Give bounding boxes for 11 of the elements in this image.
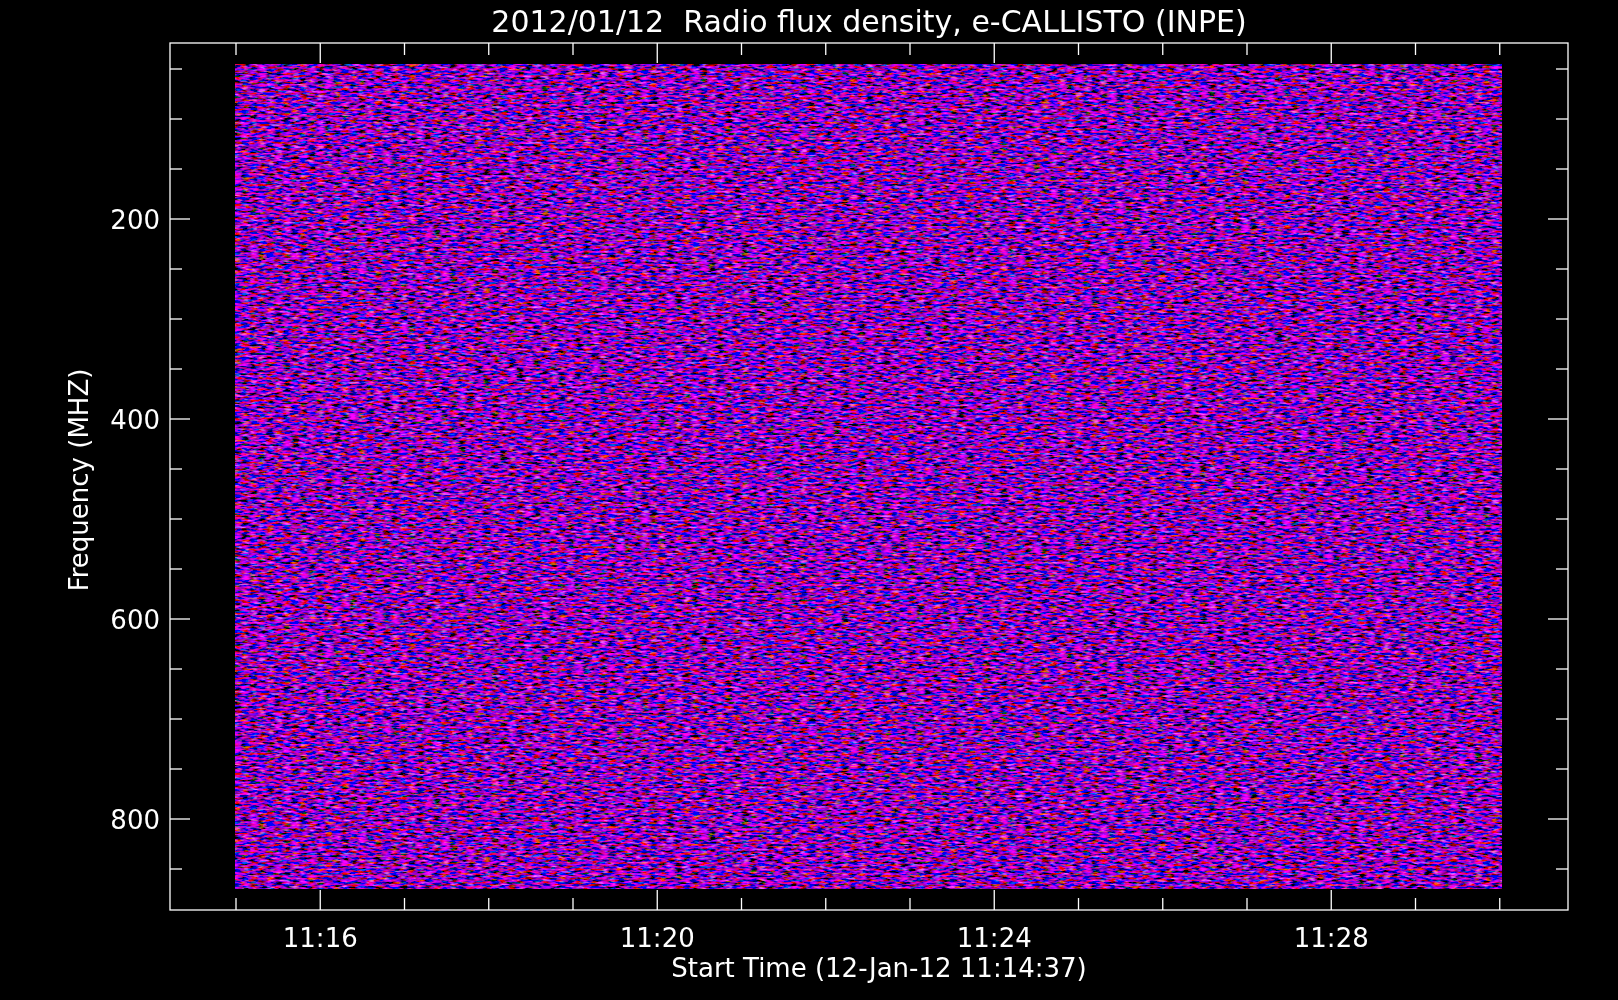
- x-tick-label: 11:24: [956, 923, 1032, 953]
- chart-title: 2012/01/12 Radio flux density, e-CALLISTO (INPE): [491, 4, 1247, 39]
- x-axis-label: Start Time (12-Jan-12 11:14:37): [671, 953, 1087, 983]
- y-axis-label: Frequency (MHZ): [64, 368, 94, 592]
- x-tick-label: 11:28: [1293, 923, 1369, 953]
- y-tick-label: 400: [110, 405, 160, 435]
- x-tick-label: 11:16: [282, 923, 358, 953]
- y-tick-label: 600: [110, 605, 160, 635]
- y-tick-label: 800: [110, 805, 160, 835]
- y-tick-label: 200: [110, 205, 160, 235]
- x-tick-label: 11:20: [619, 923, 695, 953]
